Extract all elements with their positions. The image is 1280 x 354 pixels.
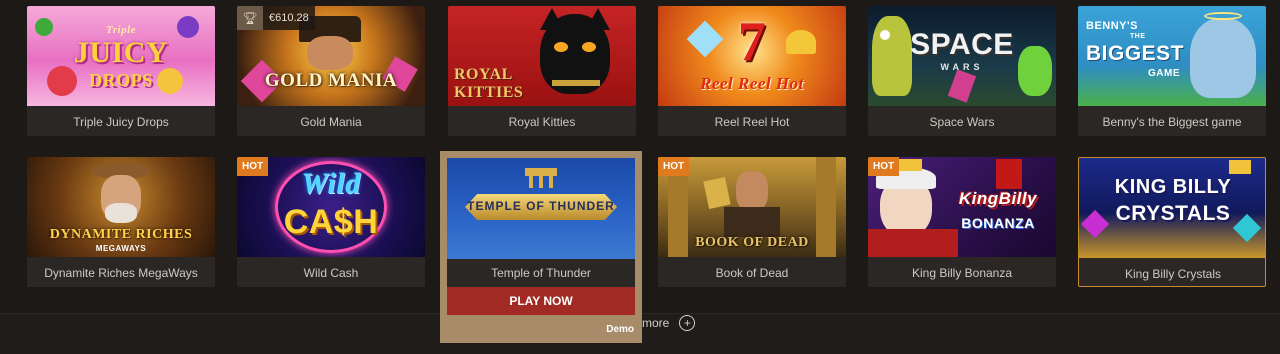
game-thumbnail[interactable]: BENNY'S THE BIGGEST GAME	[1078, 6, 1266, 106]
art-text: THE	[1130, 33, 1146, 40]
play-now-button[interactable]: PLAY NOW	[447, 287, 635, 315]
game-title: Space Wars	[868, 107, 1056, 136]
game-thumbnail[interactable]: KING BILLY CRYSTALS	[1079, 158, 1265, 258]
art-text: BENNY'S	[1086, 20, 1138, 32]
art-text: GOLD MANIA	[264, 70, 398, 91]
trophy-icon: 🏆︎	[237, 6, 263, 30]
demo-link[interactable]: Demo	[606, 324, 634, 335]
art-text: DYNAMITE RICHES	[49, 227, 193, 242]
art-text: WARS	[940, 62, 984, 72]
art-text: BIGGEST	[1086, 42, 1185, 65]
game-card-royal-kitties[interactable]: ROYAL KITTIES Royal Kitties	[448, 6, 636, 136]
art-text: CA$H	[283, 203, 379, 241]
load-more-label: more	[642, 316, 670, 330]
art-text: 7	[737, 11, 767, 73]
art-text: BONANZA	[961, 215, 1035, 231]
art-text: MEGAWAYS	[95, 244, 147, 253]
game-title: Book of Dead	[658, 258, 846, 287]
art-text: TEMPLE OF THUNDER	[467, 199, 615, 213]
art-text: SPACE	[910, 28, 1014, 61]
game-thumbnail[interactable]: Triple JUICY DROPS	[27, 6, 215, 106]
game-card-temple-of-thunder[interactable]: TEMPLE OF THUNDER Temple of Thunder PLAY…	[440, 151, 642, 343]
art-text: Triple	[105, 24, 137, 36]
game-card-space-wars[interactable]: SPACE WARS Space Wars	[868, 6, 1056, 136]
game-card-triple-juicy-drops[interactable]: Triple JUICY DROPS Triple Juicy Drops	[27, 6, 215, 136]
game-thumbnail[interactable]: 7 Reel Reel Hot	[658, 6, 846, 106]
game-thumbnail[interactable]: TEMPLE OF THUNDER	[447, 158, 635, 259]
game-card-wild-cash[interactable]: Wild CA$H HOT Wild Cash	[237, 157, 425, 287]
art-text: CRYSTALS	[1115, 202, 1231, 225]
game-card-king-billy-bonanza[interactable]: KingBilly BONANZA HOT King Billy Bonanza	[868, 157, 1056, 287]
game-lobby: Triple JUICY DROPS Triple Juicy Drops GO…	[0, 0, 1280, 354]
game-card-gold-mania[interactable]: GOLD MANIA 🏆︎ €610.28 Gold Mania	[237, 6, 425, 136]
game-title: Dynamite Riches MegaWays	[27, 258, 215, 287]
game-title: King Billy Bonanza	[868, 258, 1056, 287]
game-thumbnail[interactable]: DYNAMITE RICHES MEGAWAYS	[27, 157, 215, 257]
game-card-bennys-the-biggest-game[interactable]: BENNY'S THE BIGGEST GAME Benny's the Big…	[1078, 6, 1266, 136]
art-text: KITTIES	[454, 84, 524, 101]
art-text: Reel Reel Hot	[700, 74, 804, 93]
game-thumbnail[interactable]: SPACE WARS	[868, 6, 1056, 106]
game-title: Gold Mania	[237, 107, 425, 136]
game-card-book-of-dead[interactable]: BOOK OF DEAD HOT Book of Dead	[658, 157, 846, 287]
art-text: KING BILLY	[1114, 176, 1232, 198]
game-title: Benny's the Biggest game	[1078, 107, 1266, 136]
art-text: DROPS	[89, 70, 153, 90]
art-text: GAME	[1148, 68, 1180, 79]
jackpot-badge: 🏆︎ €610.28	[237, 6, 315, 30]
art-text: JUICY	[73, 36, 169, 69]
game-title: Wild Cash	[237, 258, 425, 287]
art-text: KingBilly	[958, 189, 1038, 208]
game-thumbnail[interactable]: ROYAL KITTIES	[448, 6, 636, 106]
game-card-reel-reel-hot[interactable]: 7 Reel Reel Hot Reel Reel Hot	[658, 6, 846, 136]
hot-badge: HOT	[868, 157, 900, 176]
hot-badge: HOT	[237, 157, 269, 176]
art-text: BOOK OF DEAD	[695, 235, 809, 250]
plus-circle-icon[interactable]: +	[679, 315, 696, 331]
art-text: ROYAL	[454, 66, 513, 83]
jackpot-amount: €610.28	[263, 6, 315, 30]
load-more-button[interactable]: more +	[642, 314, 696, 332]
hot-badge: HOT	[658, 157, 690, 176]
game-title: King Billy Crystals	[1079, 259, 1265, 286]
game-card-dynamite-riches-megaways[interactable]: DYNAMITE RICHES MEGAWAYS Dynamite Riches…	[27, 157, 215, 287]
game-title: Royal Kitties	[448, 107, 636, 136]
game-card-king-billy-crystals[interactable]: KING BILLY CRYSTALS King Billy Crystals	[1078, 157, 1266, 287]
game-title: Reel Reel Hot	[658, 107, 846, 136]
game-title: Triple Juicy Drops	[27, 107, 215, 136]
game-title: Temple of Thunder	[447, 259, 635, 287]
